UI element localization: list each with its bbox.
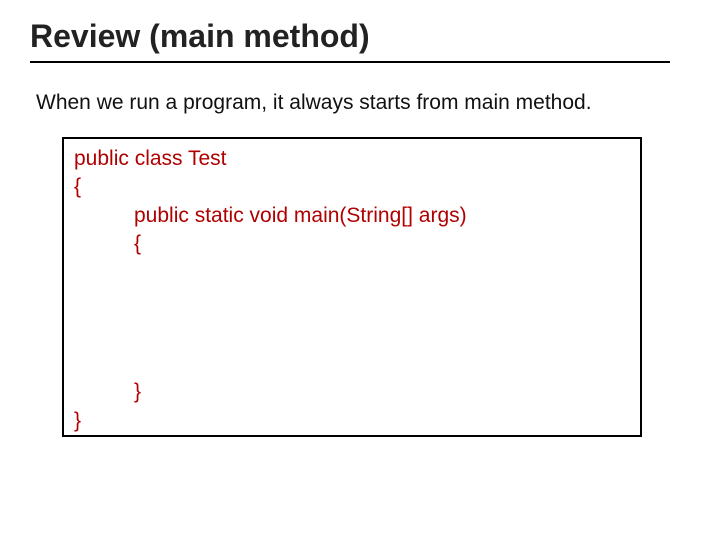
code-blank-space xyxy=(74,258,630,378)
code-line-open-brace: { xyxy=(74,173,630,201)
code-box: public class Test { public static void m… xyxy=(62,137,642,437)
code-line-class: public class Test xyxy=(74,145,630,173)
code-line-main-sig: public static void main(String[] args) xyxy=(74,202,630,230)
code-line-main-open: { xyxy=(74,230,630,258)
slide-title: Review (main method) xyxy=(30,18,670,63)
code-line-class-close: } xyxy=(74,407,630,435)
code-line-main-close: } xyxy=(74,378,630,406)
slide: Review (main method) When we run a progr… xyxy=(0,0,720,540)
intro-text: When we run a program, it always starts … xyxy=(36,91,690,115)
